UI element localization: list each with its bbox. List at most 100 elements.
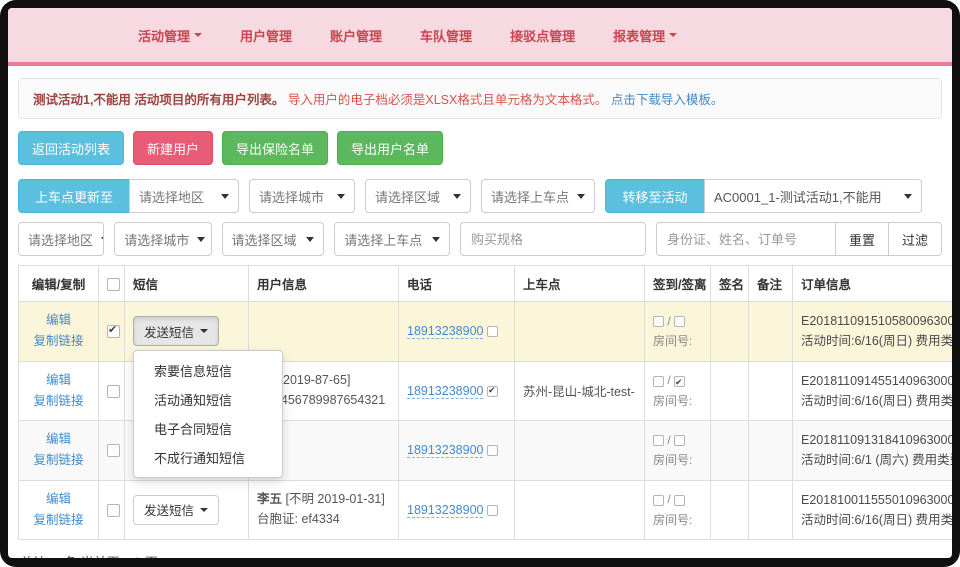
city-select[interactable]: 请选择城市 bbox=[249, 179, 355, 213]
copy-link[interactable]: 复制链接 bbox=[27, 510, 90, 531]
screenshot-frame: 活动管理 用户管理 账户管理 车队管理 接驳点管理 报表管理 bbox=[0, 0, 960, 567]
phone-checkbox[interactable] bbox=[487, 386, 498, 397]
send-sms-button[interactable]: 发送短信 bbox=[133, 495, 219, 525]
pickup-point-select[interactable]: 请选择上车点 bbox=[481, 179, 595, 213]
district-filter-select[interactable]: 请选择区域 bbox=[222, 222, 325, 256]
header-signature: 签名 bbox=[711, 266, 749, 302]
menu-item-activity-notice-sms[interactable]: 活动通知短信 bbox=[134, 385, 282, 414]
nav-report-management[interactable]: 报表管理 bbox=[613, 26, 677, 45]
city-filter-select[interactable]: 请选择城市 bbox=[114, 222, 211, 256]
toolbar: 返回活动列表 新建用户 导出保险名单 导出用户名单 bbox=[18, 131, 942, 165]
checkin-checkbox[interactable] bbox=[653, 495, 664, 506]
row-select-cell bbox=[99, 480, 125, 540]
edit-copy-cell: 编辑 复制链接 bbox=[19, 421, 99, 481]
header-user-info: 用户信息 bbox=[249, 266, 399, 302]
copy-link[interactable]: 复制链接 bbox=[27, 391, 90, 412]
menu-item-cancellation-notice-sms[interactable]: 不成行通知短信 bbox=[134, 443, 282, 472]
row-checkbox[interactable] bbox=[107, 385, 120, 398]
send-sms-button[interactable]: 发送短信 bbox=[133, 316, 219, 346]
phone-link[interactable]: 18913238900 bbox=[407, 443, 483, 458]
edit-link[interactable]: 编辑 bbox=[27, 429, 90, 450]
row-checkbox[interactable] bbox=[107, 444, 120, 457]
copy-link[interactable]: 复制链接 bbox=[27, 450, 90, 471]
pickup-cell bbox=[515, 421, 645, 481]
note-cell bbox=[749, 302, 793, 362]
nav-shuttle-point-management[interactable]: 接驳点管理 bbox=[510, 26, 575, 45]
nav-label: 报表管理 bbox=[613, 26, 665, 45]
pickup-update-button[interactable]: 上车点更新至 bbox=[18, 179, 130, 213]
row-checkbox[interactable] bbox=[107, 325, 120, 338]
district-select[interactable]: 请选择区域 bbox=[365, 179, 471, 213]
filter-button[interactable]: 过滤 bbox=[888, 222, 942, 256]
phone-checkbox[interactable] bbox=[487, 326, 498, 337]
checkin-checkbox[interactable] bbox=[653, 435, 664, 446]
select-value: 请选择地区 bbox=[139, 187, 204, 206]
purchase-spec-input[interactable] bbox=[460, 222, 646, 256]
select-value: 请选择上车点 bbox=[491, 187, 569, 206]
reset-button[interactable]: 重置 bbox=[835, 222, 889, 256]
header-pickup-point: 上车点 bbox=[515, 266, 645, 302]
phone-cell: 18913238900 bbox=[399, 480, 515, 540]
nav-fleet-management[interactable]: 车队管理 bbox=[420, 26, 472, 45]
checkout-checkbox[interactable] bbox=[674, 316, 685, 327]
header-phone: 电话 bbox=[399, 266, 515, 302]
checkout-checkbox[interactable] bbox=[674, 435, 685, 446]
pickup-filter-select[interactable]: 请选择上车点 bbox=[334, 222, 450, 256]
phone-link[interactable]: 18913238900 bbox=[407, 384, 483, 399]
download-template-link[interactable]: 点击下载导入模板。 bbox=[611, 93, 724, 107]
header-sign-in-out: 签到/签离 bbox=[645, 266, 711, 302]
region-filter-select[interactable]: 请选择地区 bbox=[18, 222, 104, 256]
activity-select[interactable]: AC0001_1-测试活动1,不能用 bbox=[704, 179, 922, 213]
search-filter-row: 请选择地区 请选择城市 请选择区域 请选择上车点 bbox=[18, 222, 942, 256]
phone-cell: 18913238900 bbox=[399, 421, 515, 481]
nav-account-management[interactable]: 账户管理 bbox=[330, 26, 382, 45]
region-select[interactable]: 请选择地区 bbox=[129, 179, 239, 213]
chevron-down-icon bbox=[194, 33, 202, 37]
checkout-checkbox[interactable] bbox=[674, 495, 685, 506]
export-users-button[interactable]: 导出用户名单 bbox=[337, 131, 443, 165]
checkin-checkbox[interactable] bbox=[653, 316, 664, 327]
note-cell bbox=[749, 480, 793, 540]
phone-link[interactable]: 18913238900 bbox=[407, 503, 483, 518]
app-page: 活动管理 用户管理 账户管理 车队管理 接驳点管理 报表管理 bbox=[8, 8, 952, 558]
edit-copy-cell: 编辑 复制链接 bbox=[19, 480, 99, 540]
top-navbar: 活动管理 用户管理 账户管理 车队管理 接驳点管理 报表管理 bbox=[8, 8, 952, 66]
pagination-summary: 总计: 4 条,当前页: 1/1页 bbox=[18, 540, 942, 558]
table-row: 编辑 复制链接 发送短信 索要信息短信 活动通知短信 bbox=[19, 302, 953, 362]
edit-link[interactable]: 编辑 bbox=[27, 489, 90, 510]
menu-item-econtract-sms[interactable]: 电子合同短信 bbox=[134, 414, 282, 443]
pickup-cell: 苏州-昆山-城北-test- bbox=[515, 361, 645, 421]
checkout-checkbox[interactable] bbox=[674, 376, 685, 387]
search-input[interactable] bbox=[656, 222, 836, 256]
edit-link[interactable]: 编辑 bbox=[27, 370, 90, 391]
phone-link[interactable]: 18913238900 bbox=[407, 324, 483, 339]
nav-label: 用户管理 bbox=[240, 26, 292, 45]
select-all-checkbox[interactable] bbox=[107, 278, 120, 291]
new-user-button[interactable]: 新建用户 bbox=[133, 131, 213, 165]
nav-user-management[interactable]: 用户管理 bbox=[240, 26, 292, 45]
chevron-down-icon bbox=[200, 329, 208, 333]
phone-cell: 18913238900 bbox=[399, 361, 515, 421]
row-checkbox[interactable] bbox=[107, 504, 120, 517]
select-value: 请选择区域 bbox=[375, 187, 440, 206]
pickup-cell bbox=[515, 302, 645, 362]
back-to-activity-list-button[interactable]: 返回活动列表 bbox=[18, 131, 124, 165]
sign-cell: / 房间号: bbox=[645, 421, 711, 481]
export-insurance-button[interactable]: 导出保险名单 bbox=[222, 131, 328, 165]
alert-title: 测试活动1,不能用 活动项目的所有用户列表。 bbox=[33, 93, 284, 107]
transfer-to-activity-button[interactable]: 转移至活动 bbox=[605, 179, 705, 213]
row-select-cell bbox=[99, 361, 125, 421]
row-select-cell bbox=[99, 421, 125, 481]
edit-link[interactable]: 编辑 bbox=[27, 310, 90, 331]
transfer-activity-group: 转移至活动 AC0001_1-测试活动1,不能用 bbox=[605, 179, 922, 213]
sign-cell: / 房间号: bbox=[645, 302, 711, 362]
phone-checkbox[interactable] bbox=[487, 445, 498, 456]
nav-activity-management[interactable]: 活动管理 bbox=[138, 26, 202, 45]
signature-cell bbox=[711, 480, 749, 540]
phone-checkbox[interactable] bbox=[487, 505, 498, 516]
menu-item-request-info-sms[interactable]: 索要信息短信 bbox=[134, 356, 282, 385]
signature-cell bbox=[711, 361, 749, 421]
copy-link[interactable]: 复制链接 bbox=[27, 331, 90, 352]
signature-cell bbox=[711, 302, 749, 362]
checkin-checkbox[interactable] bbox=[653, 376, 664, 387]
